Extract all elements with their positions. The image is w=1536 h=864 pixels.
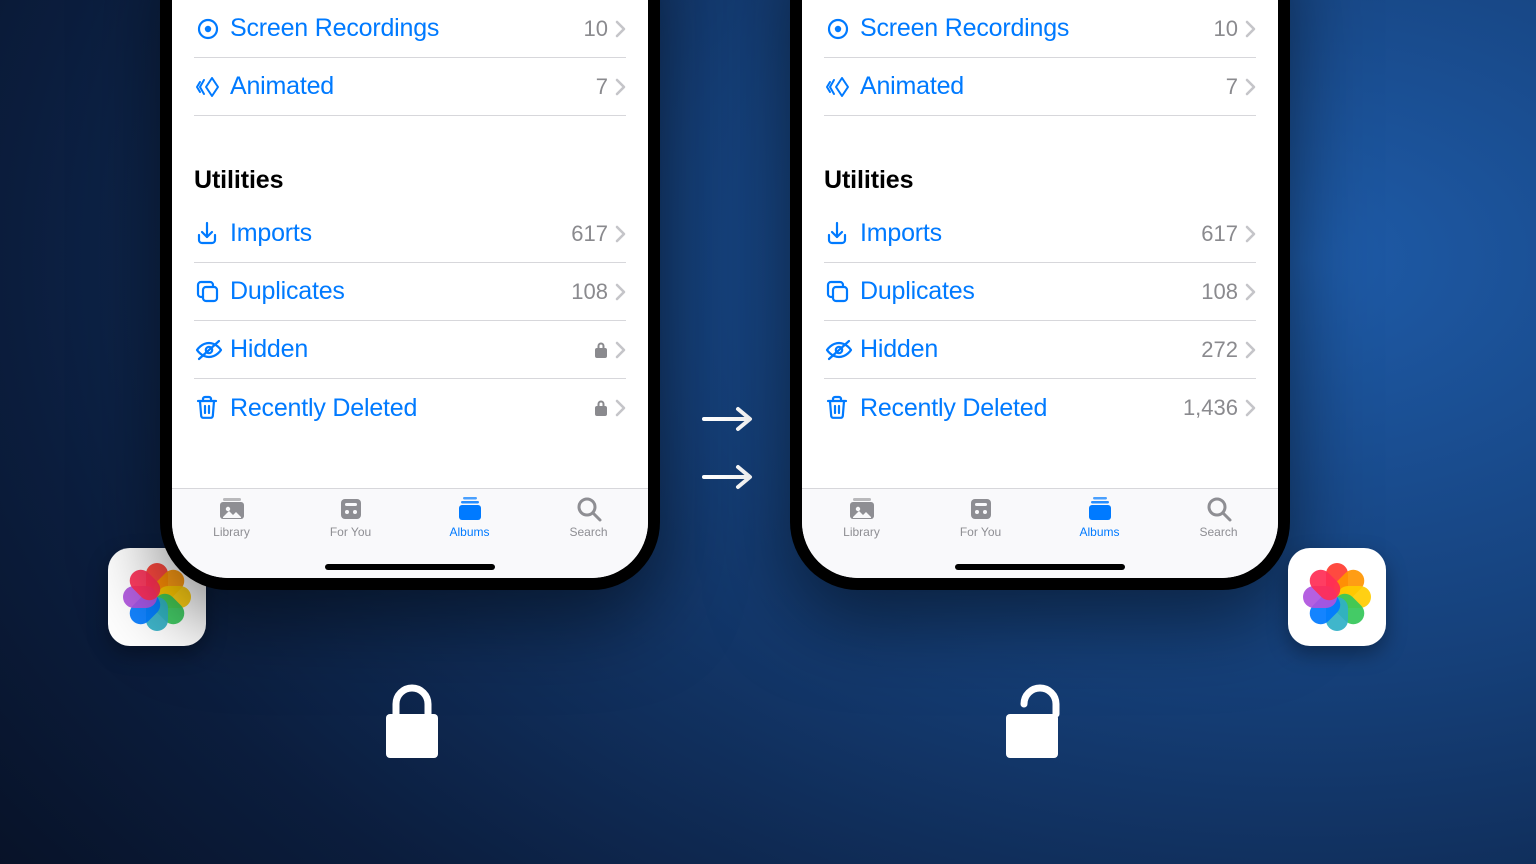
tab-label: Library: [843, 525, 880, 539]
chevron-right-icon: [614, 341, 626, 359]
phone-unlocked: Screenshots 381 Screen Recordings 10 Ani…: [790, 0, 1290, 590]
row-label: Duplicates: [860, 277, 1201, 306]
chevron-right-icon: [1244, 283, 1256, 301]
tab-label: Albums: [1079, 525, 1119, 539]
row-count: 7: [596, 74, 608, 100]
row-label: Imports: [860, 219, 1201, 248]
hidden-icon: [194, 337, 230, 363]
chevron-right-icon: [614, 283, 626, 301]
row-count: 1,436: [1183, 395, 1238, 421]
tab-label: For You: [330, 525, 371, 539]
phone-locked: Screenshots 382 Screen Recordings 10 Ani…: [160, 0, 660, 590]
photos-pinwheel-icon: [1305, 565, 1369, 629]
locked-icon: [380, 682, 444, 764]
record-icon: [824, 15, 860, 43]
hidden-icon: [824, 337, 860, 363]
duplicates-icon: [824, 278, 860, 306]
row-count: 108: [1201, 279, 1238, 305]
row-duplicates[interactable]: Duplicates 108: [194, 263, 626, 321]
chevron-right-icon: [614, 20, 626, 38]
row-screen-recordings[interactable]: Screen Recordings 10: [194, 0, 626, 58]
trash-icon: [824, 394, 860, 422]
row-count: 272: [1201, 337, 1238, 363]
tab-label: Library: [213, 525, 250, 539]
animated-icon: [194, 73, 230, 101]
chevron-right-icon: [1244, 78, 1256, 96]
tab-label: Search: [569, 525, 607, 539]
trash-icon: [194, 394, 230, 422]
tab-label: Search: [1199, 525, 1237, 539]
lock-icon: [594, 399, 608, 417]
row-imports[interactable]: Imports 617: [194, 205, 626, 263]
row-label: Recently Deleted: [230, 394, 594, 423]
tab-library[interactable]: Library: [802, 495, 921, 578]
chevron-right-icon: [614, 399, 626, 417]
home-indicator[interactable]: [325, 564, 495, 570]
row-animated[interactable]: Animated 7: [194, 58, 626, 116]
row-screen-recordings[interactable]: Screen Recordings 10: [824, 0, 1256, 58]
section-header-utilities: Utilities: [824, 162, 1256, 205]
duplicates-icon: [194, 278, 230, 306]
row-hidden[interactable]: Hidden: [194, 321, 626, 379]
row-label: Imports: [230, 219, 571, 248]
albums-list[interactable]: Screenshots 382 Screen Recordings 10 Ani…: [172, 0, 648, 488]
chevron-right-icon: [614, 78, 626, 96]
row-count: 617: [1201, 221, 1238, 247]
row-imports[interactable]: Imports 617: [824, 205, 1256, 263]
chevron-right-icon: [1244, 20, 1256, 38]
albums-list[interactable]: Screenshots 381 Screen Recordings 10 Ani…: [802, 0, 1278, 488]
import-icon: [194, 220, 230, 248]
chevron-right-icon: [1244, 399, 1256, 417]
arrow-right-icon: [700, 405, 756, 433]
row-count: 7: [1226, 74, 1238, 100]
row-duplicates[interactable]: Duplicates 108: [824, 263, 1256, 321]
row-label: Hidden: [230, 335, 594, 364]
record-icon: [194, 15, 230, 43]
photos-pinwheel-icon: [125, 565, 189, 629]
tab-library[interactable]: Library: [172, 495, 291, 578]
row-label: Animated: [860, 72, 1226, 101]
row-count: 617: [571, 221, 608, 247]
chevron-right-icon: [1244, 225, 1256, 243]
chevron-right-icon: [614, 225, 626, 243]
unlocked-icon: [1000, 682, 1078, 764]
row-label: Hidden: [860, 335, 1201, 364]
row-hidden[interactable]: Hidden 272: [824, 321, 1256, 379]
tab-search[interactable]: Search: [1159, 495, 1278, 578]
photos-app-icon: [1288, 548, 1386, 646]
tab-label: For You: [960, 525, 1001, 539]
row-recently-deleted[interactable]: Recently Deleted 1,436: [824, 379, 1256, 437]
lock-icon: [594, 341, 608, 359]
arrow-right-icon: [700, 463, 756, 491]
row-count: 108: [571, 279, 608, 305]
tab-search[interactable]: Search: [529, 495, 648, 578]
home-indicator[interactable]: [955, 564, 1125, 570]
import-icon: [824, 220, 860, 248]
row-label: Duplicates: [230, 277, 571, 306]
animated-icon: [824, 73, 860, 101]
row-label: Recently Deleted: [860, 394, 1183, 423]
section-header-utilities: Utilities: [194, 162, 626, 205]
row-label: Screen Recordings: [860, 14, 1214, 43]
row-label: Animated: [230, 72, 596, 101]
row-label: Screen Recordings: [230, 14, 584, 43]
chevron-right-icon: [1244, 341, 1256, 359]
row-animated[interactable]: Animated 7: [824, 58, 1256, 116]
row-count: 10: [584, 16, 608, 42]
tab-label: Albums: [449, 525, 489, 539]
row-count: 10: [1214, 16, 1238, 42]
row-recently-deleted[interactable]: Recently Deleted: [194, 379, 626, 437]
